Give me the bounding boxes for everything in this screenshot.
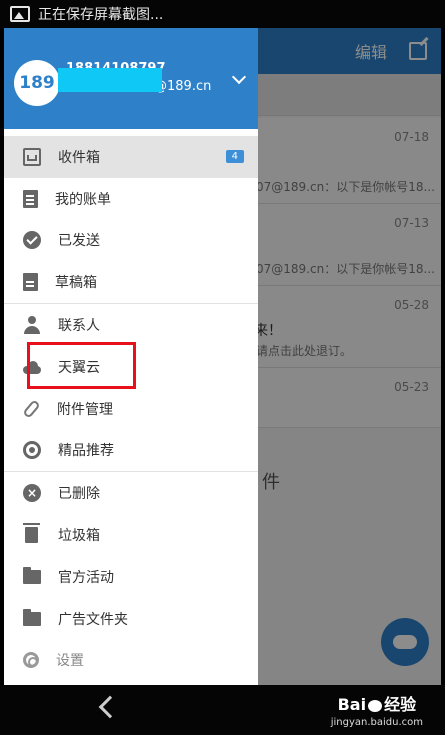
redaction-box: [58, 68, 162, 92]
sent-check-icon: [23, 231, 41, 250]
watermark-url: jingyan.baidu.com: [330, 717, 423, 728]
drawer-item-label: 我的账单: [55, 191, 111, 208]
bill-icon: [23, 189, 38, 208]
watermark-brand-left: Bai: [337, 695, 367, 714]
draft-icon: [23, 273, 38, 292]
paw-logo-icon: [368, 699, 383, 712]
settings-icon: [23, 652, 39, 669]
highlight-annotation-box: [27, 342, 136, 389]
drawer-item-label: 联系人: [58, 318, 100, 335]
drawer-item-drafts[interactable]: 草稿箱: [4, 261, 258, 303]
drawer-item-official-events[interactable]: 官方活动: [4, 556, 258, 598]
drawer-item-recommend[interactable]: 精品推荐: [4, 430, 258, 472]
watermark-brand-right: 经验: [384, 695, 417, 714]
drawer-item-label: 已发送: [58, 233, 100, 250]
trash-icon: [23, 523, 40, 544]
inbox-icon: [23, 147, 41, 166]
drawer-menu: 收件箱 4 我的账单 已发送 草稿箱 联系人 天翼云 附件管理 精品推荐 × 已…: [4, 136, 258, 681]
status-bar: 正在保存屏幕截图...: [0, 0, 445, 28]
drawer-item-attachments[interactable]: 附件管理: [4, 388, 258, 430]
unread-count-badge: 4: [225, 150, 244, 163]
drawer-item-sent[interactable]: 已发送: [4, 220, 258, 262]
drawer-item-contacts[interactable]: 联系人: [4, 304, 258, 346]
folder-icon: [23, 566, 41, 584]
back-icon[interactable]: [98, 695, 122, 719]
system-nav-bar: Bai 经验 jingyan.baidu.com: [0, 685, 445, 735]
drawer-item-trash[interactable]: 垃圾箱: [4, 514, 258, 556]
screenshot-icon: [10, 6, 30, 22]
drawer-item-label: 附件管理: [57, 401, 113, 418]
drawer-item-deleted[interactable]: × 已删除: [4, 472, 258, 514]
status-notification-text: 正在保存屏幕截图...: [38, 7, 164, 23]
drawer-item-label: 垃圾箱: [58, 528, 100, 545]
attachment-icon: [22, 398, 41, 419]
drawer-item-ad-folder[interactable]: 广告文件夹: [4, 598, 258, 640]
contacts-icon: [23, 316, 41, 335]
account-header[interactable]: 189 18814108797 @189.cn: [4, 28, 258, 129]
deleted-icon: ×: [23, 484, 41, 503]
account-email: @189.cn: [154, 79, 212, 94]
drawer-item-inbox[interactable]: 收件箱 4: [4, 136, 258, 178]
drawer-item-bills[interactable]: 我的账单: [4, 178, 258, 220]
chevron-down-icon[interactable]: [231, 69, 247, 85]
baidu-jingyan-watermark: Bai 经验 jingyan.baidu.com: [331, 691, 423, 728]
drawer-item-label: 设置: [56, 653, 84, 670]
drawer-item-settings[interactable]: 设置: [4, 640, 258, 682]
drawer-item-label: 广告文件夹: [58, 611, 128, 628]
drawer-item-label: 收件箱: [58, 149, 100, 166]
189-logo: 189: [14, 60, 60, 106]
drawer-item-label: 草稿箱: [55, 275, 97, 292]
drawer-item-label: 官方活动: [58, 569, 114, 586]
recommend-icon: [23, 441, 41, 460]
drawer-item-label: 精品推荐: [58, 443, 114, 460]
drawer-item-label: 已删除: [58, 486, 100, 503]
folder-icon: [23, 608, 41, 626]
